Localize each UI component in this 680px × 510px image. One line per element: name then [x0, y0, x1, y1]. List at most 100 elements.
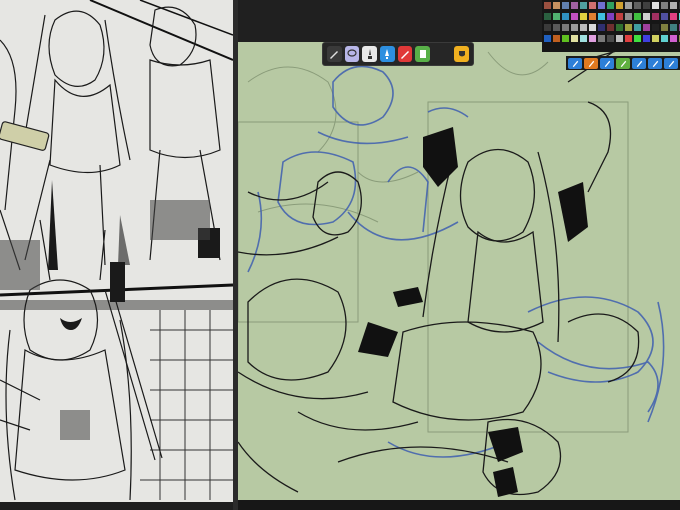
brush-preset-3-icon [604, 60, 610, 67]
color-swatch[interactable] [661, 13, 668, 20]
color-swatch[interactable] [598, 24, 605, 31]
color-swatch[interactable] [544, 24, 551, 31]
color-swatch[interactable] [625, 13, 632, 20]
brush-preset-5-icon [636, 60, 642, 67]
palette-row [544, 13, 680, 20]
color-swatch[interactable] [553, 13, 560, 20]
color-swatch[interactable] [580, 2, 587, 9]
color-swatch[interactable] [652, 2, 659, 9]
color-swatch[interactable] [580, 35, 587, 42]
brush-preset-6-button[interactable] [648, 57, 662, 69]
marker-tool-button[interactable] [397, 46, 413, 62]
color-swatch[interactable] [571, 35, 578, 42]
color-swatch[interactable] [589, 35, 596, 42]
lasso-icon [347, 49, 357, 57]
color-swatch[interactable] [589, 24, 596, 31]
color-swatch[interactable] [553, 2, 560, 9]
brush-preset-bar [566, 56, 680, 70]
brush-icon [367, 49, 372, 59]
color-swatch[interactable] [544, 35, 551, 42]
canvas-workspace [238, 0, 680, 510]
lasso-tool-button[interactable] [344, 46, 360, 62]
color-swatch[interactable] [652, 13, 659, 20]
color-swatch[interactable] [580, 24, 587, 31]
color-swatch[interactable] [634, 13, 641, 20]
eraser-icon [419, 50, 426, 58]
color-swatch[interactable] [571, 13, 578, 20]
brush-preset-4-button[interactable] [616, 57, 630, 69]
color-swatch[interactable] [562, 35, 569, 42]
eraser-tool-button[interactable] [415, 46, 431, 62]
brush-preset-1-icon [572, 60, 578, 67]
color-swatch[interactable] [634, 2, 641, 9]
color-swatch[interactable] [670, 35, 677, 42]
color-swatch[interactable] [598, 13, 605, 20]
color-swatch[interactable] [643, 13, 650, 20]
color-swatch[interactable] [661, 2, 668, 9]
color-swatch[interactable] [616, 2, 623, 9]
color-swatch[interactable] [544, 13, 551, 20]
pencil-tool-button[interactable] [327, 46, 342, 62]
brush-preset-2-icon [588, 60, 594, 67]
color-swatch[interactable] [607, 2, 614, 9]
color-swatch[interactable] [562, 2, 569, 9]
pen-tool-button[interactable] [380, 46, 395, 62]
brush-preset-7-button[interactable] [664, 57, 678, 69]
color-swatch[interactable] [634, 24, 641, 31]
color-swatch[interactable] [670, 2, 677, 9]
color-swatch[interactable] [643, 24, 650, 31]
color-swatch[interactable] [625, 35, 632, 42]
palette-row [544, 24, 680, 31]
color-swatch[interactable] [553, 24, 560, 31]
color-swatch[interactable] [625, 2, 632, 9]
reference-manga-page [0, 0, 233, 502]
brush-preset-3-button[interactable] [600, 57, 614, 69]
color-swatch[interactable] [544, 2, 551, 9]
color-swatch[interactable] [598, 35, 605, 42]
color-swatch[interactable] [607, 24, 614, 31]
color-swatch[interactable] [607, 35, 614, 42]
color-swatch[interactable] [661, 24, 668, 31]
brush-preset-4-icon [620, 60, 626, 67]
color-palette [542, 0, 680, 52]
color-swatch[interactable] [562, 24, 569, 31]
main-drawing-canvas[interactable] [238, 42, 680, 500]
color-swatch[interactable] [589, 13, 596, 20]
marker-icon [401, 51, 410, 59]
color-swatch[interactable] [616, 13, 623, 20]
palette-row [544, 35, 680, 42]
brush-preset-7-icon [668, 60, 674, 67]
brush-preset-5-button[interactable] [632, 57, 646, 69]
color-swatch[interactable] [616, 35, 623, 42]
pen-icon [385, 49, 390, 59]
reference-artwork [0, 0, 233, 502]
color-swatch[interactable] [670, 13, 677, 20]
pencil-icon [330, 51, 339, 59]
brush-tool-button[interactable] [362, 46, 378, 62]
color-swatch[interactable] [652, 35, 659, 42]
fill-icon [458, 51, 465, 57]
brush-preset-2-button[interactable] [584, 57, 598, 69]
brush-preset-1-button[interactable] [568, 57, 582, 69]
color-swatch[interactable] [670, 24, 677, 31]
canvas-artwork [238, 42, 680, 500]
color-swatch[interactable] [652, 24, 659, 31]
color-swatch[interactable] [589, 2, 596, 9]
color-swatch[interactable] [643, 35, 650, 42]
color-swatch[interactable] [607, 13, 614, 20]
color-swatch[interactable] [562, 13, 569, 20]
palette-row [544, 2, 680, 9]
brush-toolbar [322, 42, 474, 66]
color-swatch[interactable] [553, 35, 560, 42]
canvas-status-strip [238, 500, 680, 510]
color-swatch[interactable] [625, 24, 632, 31]
fill-tool-button[interactable] [454, 46, 470, 62]
color-swatch[interactable] [661, 35, 668, 42]
color-swatch[interactable] [643, 2, 650, 9]
color-swatch[interactable] [580, 13, 587, 20]
color-swatch[interactable] [571, 2, 578, 9]
color-swatch[interactable] [616, 24, 623, 31]
color-swatch[interactable] [598, 2, 605, 9]
color-swatch[interactable] [571, 24, 578, 31]
color-swatch[interactable] [634, 35, 641, 42]
